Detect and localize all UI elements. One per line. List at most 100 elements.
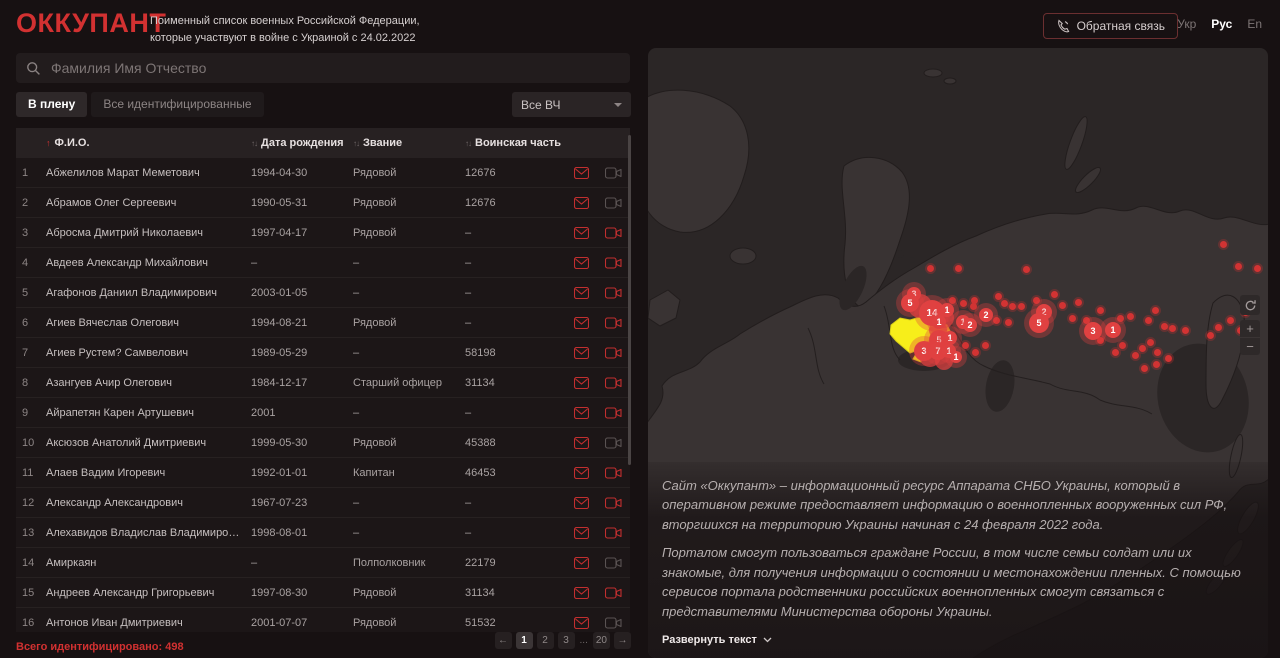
app-logo[interactable]: ОККУПАНТ (16, 8, 166, 39)
expand-text-button[interactable]: Развернуть текст (662, 634, 772, 646)
map-cluster[interactable]: 3 (1084, 322, 1102, 340)
column-header-unit[interactable]: Воинская часть (465, 137, 565, 149)
map-zoom-out-button[interactable]: − (1240, 338, 1260, 355)
table-row[interactable]: 3Абросма Дмитрий Николаевич1997-04-17Ряд… (16, 218, 630, 248)
language-switcher: Укр Рус En (1177, 17, 1262, 31)
mail-icon[interactable] (565, 347, 597, 359)
map-refresh-button[interactable] (1240, 295, 1260, 315)
mail-icon[interactable] (565, 407, 597, 419)
video-camera-icon[interactable] (597, 197, 630, 209)
table-row[interactable]: 10Аксюзов Анатолий Дмитриевич1999-05-30Р… (16, 428, 630, 458)
row-name: Аксюзов Анатолий Дмитриевич (46, 437, 251, 449)
search-icon (26, 61, 41, 76)
video-camera-icon[interactable] (597, 617, 630, 629)
map-panel[interactable]: 3514111225137112531 + − Сайт «Оккупант» … (648, 48, 1268, 658)
table-row[interactable]: 15Андреев Александр Григорьевич1997-08-3… (16, 578, 630, 608)
map-marker-dot (1051, 291, 1058, 298)
mail-icon[interactable] (565, 317, 597, 329)
row-rank: Старший офицер (353, 377, 465, 389)
table-row[interactable]: 2Абрамов Олег Сергеевич1990-05-31Рядовой… (16, 188, 630, 218)
map-marker-dot (960, 300, 967, 307)
mail-icon[interactable] (565, 617, 597, 629)
map-marker-dot (1097, 307, 1104, 314)
mail-icon[interactable] (565, 467, 597, 479)
app: { "header": { "logo": "ОККУПАНТ", "subti… (0, 0, 1280, 658)
table-row[interactable]: 13Алехавидов Владислав Владимирович1998-… (16, 518, 630, 548)
mail-icon[interactable] (565, 287, 597, 299)
row-name: Александр Александрович (46, 497, 251, 509)
language-option[interactable]: Укр (1177, 17, 1196, 31)
mail-icon[interactable] (565, 377, 597, 389)
pagination-page-button[interactable]: 1 (516, 632, 533, 649)
video-camera-icon[interactable] (597, 497, 630, 509)
video-camera-icon[interactable] (597, 407, 630, 419)
table-row[interactable]: 4Авдеев Александр Михайлович––– (16, 248, 630, 278)
mail-icon[interactable] (565, 497, 597, 509)
feedback-button[interactable]: Обратная связь (1043, 13, 1178, 39)
map-marker-dot (1152, 307, 1159, 314)
mail-icon[interactable] (565, 227, 597, 239)
video-camera-icon[interactable] (597, 167, 630, 179)
map-cluster[interactable]: 1 (932, 315, 946, 329)
video-camera-icon[interactable] (597, 287, 630, 299)
video-camera-icon[interactable] (597, 347, 630, 359)
map-cluster[interactable]: 5 (1029, 313, 1049, 333)
video-camera-icon[interactable] (597, 257, 630, 269)
table-row[interactable]: 7Агиев Рустем? Самвелович1989-05-29–5819… (16, 338, 630, 368)
video-camera-icon[interactable] (597, 227, 630, 239)
column-header-rank[interactable]: Звание (353, 137, 465, 149)
unit-filter-select[interactable]: Все ВЧ (512, 92, 631, 117)
mail-icon[interactable] (565, 437, 597, 449)
video-camera-icon[interactable] (597, 467, 630, 479)
search-input[interactable] (49, 59, 620, 77)
table-row[interactable]: 11Алаев Вадим Игоревич1992-01-01Капитан4… (16, 458, 630, 488)
map-zoom-in-button[interactable]: + (1240, 320, 1260, 338)
row-name: Азангуев Ачир Олегович (46, 377, 251, 389)
column-header-dob[interactable]: Дата рождения (251, 137, 353, 149)
mail-icon[interactable] (565, 257, 597, 269)
mail-icon[interactable] (565, 557, 597, 569)
pagination-prev-button[interactable]: ← (495, 632, 512, 649)
table-scrollbar[interactable] (628, 135, 631, 465)
table-row[interactable]: 6Агиев Вячеслав Олегович1994-08-21Рядово… (16, 308, 630, 338)
map-cluster[interactable]: 1 (1105, 322, 1121, 338)
video-camera-icon[interactable] (597, 557, 630, 569)
video-camera-icon[interactable] (597, 437, 630, 449)
video-camera-icon[interactable] (597, 377, 630, 389)
table-row[interactable]: 16Антонов Иван Дмитриевич2001-07-07Рядов… (16, 608, 630, 632)
mail-icon[interactable] (565, 197, 597, 209)
row-name: Агиев Вячеслав Олегович (46, 317, 251, 329)
pagination-next-button[interactable]: → (614, 632, 631, 649)
pagination-page-button[interactable]: 20 (593, 632, 610, 649)
filter-tab[interactable]: Все идентифицированные (91, 92, 263, 117)
row-dob: 1998-08-01 (251, 527, 353, 539)
video-camera-icon[interactable] (597, 317, 630, 329)
row-number: 14 (16, 557, 46, 569)
language-option[interactable]: En (1247, 17, 1262, 31)
pagination-page-button[interactable]: 2 (537, 632, 554, 649)
video-camera-icon[interactable] (597, 527, 630, 539)
column-header-name[interactable]: Ф.И.О. (46, 137, 251, 149)
pagination-page-button[interactable]: 3 (558, 632, 575, 649)
map-cluster[interactable]: 2 (979, 308, 993, 322)
map-cluster[interactable]: 1 (950, 351, 962, 363)
row-number: 7 (16, 347, 46, 359)
table-row[interactable]: 12Александр Александрович1967-07-23–– (16, 488, 630, 518)
table-row[interactable]: 9Айрапетян Карен Артушевич2001–– (16, 398, 630, 428)
table-row[interactable]: 8Азангуев Ачир Олегович1984-12-17Старший… (16, 368, 630, 398)
mail-icon[interactable] (565, 527, 597, 539)
map-cluster[interactable]: 5 (901, 294, 919, 312)
row-number: 3 (16, 227, 46, 239)
mail-icon[interactable] (565, 587, 597, 599)
table-row[interactable]: 5Агафонов Даниил Владимирович2003-01-05–… (16, 278, 630, 308)
map-cluster[interactable]: 1 (943, 331, 957, 345)
mail-icon[interactable] (565, 167, 597, 179)
video-camera-icon[interactable] (597, 587, 630, 599)
language-option[interactable]: Рус (1211, 17, 1232, 31)
map-cluster[interactable]: 2 (963, 318, 977, 332)
table-row[interactable]: 14Амиркаян–Полполковник22179 (16, 548, 630, 578)
filter-tab[interactable]: В плену (16, 92, 87, 117)
table-row[interactable]: 1Абжелилов Марат Меметович1994-04-30Рядо… (16, 158, 630, 188)
map-marker-dot (1215, 324, 1222, 331)
map-marker-dot (1001, 300, 1008, 307)
